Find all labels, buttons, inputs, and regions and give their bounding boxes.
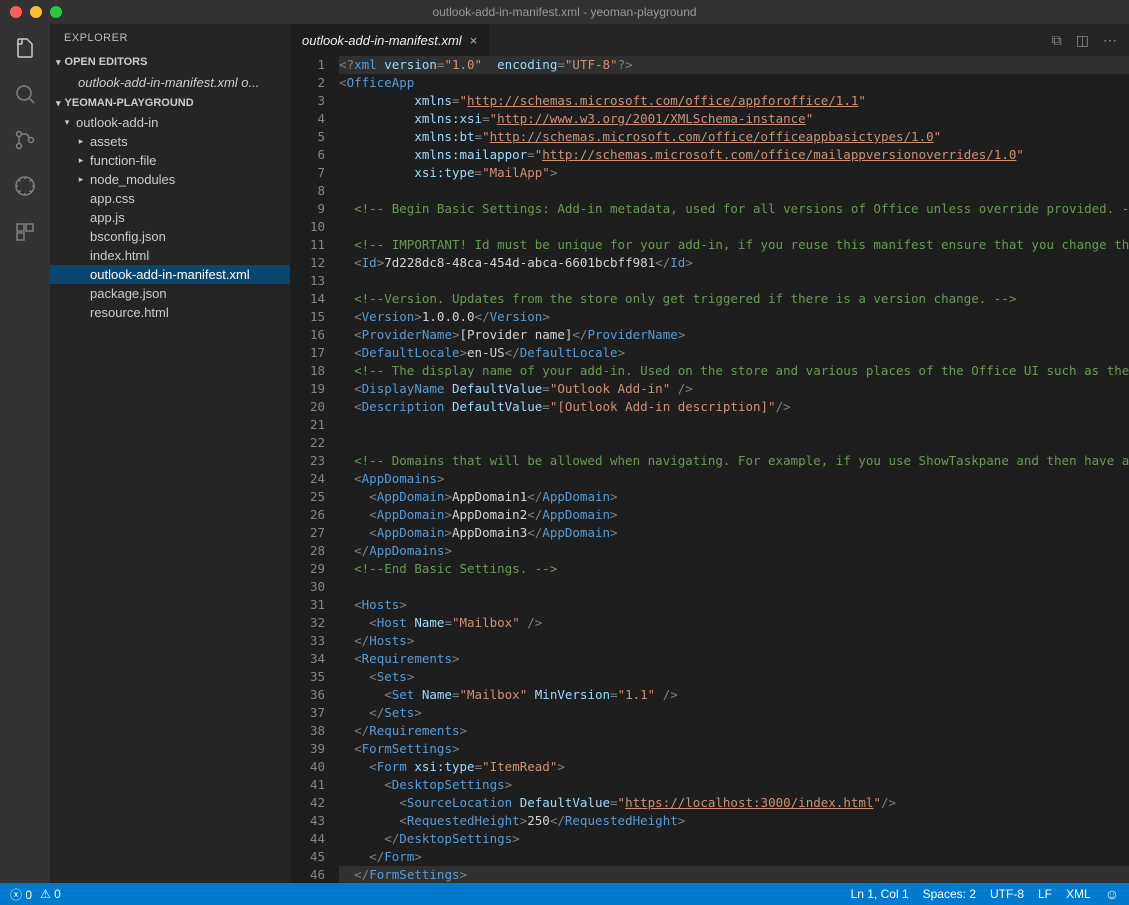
tree-file[interactable]: resource.html bbox=[50, 303, 290, 322]
tree-file[interactable]: bsconfig.json bbox=[50, 227, 290, 246]
tree-item-label: package.json bbox=[86, 286, 167, 301]
title-bar: outlook-add-in-manifest.xml - yeoman-pla… bbox=[0, 0, 1129, 24]
line-gutter: 1234567891011121314151617181920212223242… bbox=[290, 56, 339, 883]
more-icon[interactable]: ⋯ bbox=[1103, 32, 1117, 49]
open-editor-item[interactable]: outlook-add-in-manifest.xml o... bbox=[50, 72, 290, 93]
tree-folder[interactable]: ▸function-file bbox=[50, 151, 290, 170]
errors-status[interactable]: ⓧ 0 bbox=[10, 886, 32, 903]
extensions-icon[interactable] bbox=[11, 218, 39, 246]
minimize-window-icon[interactable] bbox=[30, 6, 42, 18]
chevron-right-icon: ▸ bbox=[76, 155, 86, 166]
open-editors-header[interactable]: ▾ OPEN EDITORS bbox=[50, 52, 290, 72]
tree-item-label: app.js bbox=[86, 210, 125, 225]
feedback-icon[interactable]: ☺ bbox=[1105, 886, 1119, 902]
workspace-label: YEOMAN-PLAYGROUND bbox=[65, 97, 194, 109]
open-editors-label: OPEN EDITORS bbox=[65, 56, 148, 68]
tab-actions: ⧉ ◫ ⋯ bbox=[1052, 32, 1129, 49]
tree-item-label: index.html bbox=[86, 248, 149, 263]
code-content[interactable]: <?xml version="1.0" encoding="UTF-8"?><O… bbox=[339, 56, 1129, 883]
chevron-down-icon: ▾ bbox=[56, 57, 61, 68]
search-icon[interactable] bbox=[11, 80, 39, 108]
code-editor[interactable]: 1234567891011121314151617181920212223242… bbox=[290, 56, 1129, 883]
explorer-sidebar: EXPLORER ▾ OPEN EDITORS outlook-add-in-m… bbox=[50, 24, 290, 883]
tree-item-label: app.css bbox=[86, 191, 135, 206]
tree-file[interactable]: app.js bbox=[50, 208, 290, 227]
encoding-status[interactable]: UTF-8 bbox=[990, 887, 1024, 901]
explorer-title: EXPLORER bbox=[50, 24, 290, 52]
cursor-position[interactable]: Ln 1, Col 1 bbox=[851, 887, 909, 901]
compare-icon[interactable]: ⧉ bbox=[1052, 32, 1062, 49]
tree-file[interactable]: outlook-add-in-manifest.xml bbox=[50, 265, 290, 284]
chevron-down-icon: ▾ bbox=[56, 98, 61, 109]
close-window-icon[interactable] bbox=[10, 6, 22, 18]
chevron-down-icon: ▾ bbox=[62, 117, 72, 128]
source-control-icon[interactable] bbox=[11, 126, 39, 154]
tree-item-label: outlook-add-in-manifest.xml bbox=[86, 267, 250, 282]
workspace-header[interactable]: ▾ YEOMAN-PLAYGROUND bbox=[50, 93, 290, 113]
file-tree: ▾outlook-add-in▸assets▸function-file▸nod… bbox=[50, 113, 290, 883]
tree-item-label: resource.html bbox=[86, 305, 169, 320]
tree-folder[interactable]: ▾outlook-add-in bbox=[50, 113, 290, 132]
tab-bar: outlook-add-in-manifest.xml × ⧉ ◫ ⋯ bbox=[290, 24, 1129, 56]
tree-item-label: function-file bbox=[86, 153, 156, 168]
tree-item-label: assets bbox=[86, 134, 128, 149]
tree-folder[interactable]: ▸node_modules bbox=[50, 170, 290, 189]
split-editor-icon[interactable]: ◫ bbox=[1076, 32, 1089, 49]
debug-icon[interactable] bbox=[11, 172, 39, 200]
tab-active[interactable]: outlook-add-in-manifest.xml × bbox=[290, 24, 489, 56]
window-title: outlook-add-in-manifest.xml - yeoman-pla… bbox=[432, 5, 696, 19]
traffic-lights bbox=[0, 6, 62, 18]
explorer-icon[interactable] bbox=[11, 34, 39, 62]
tree-file[interactable]: app.css bbox=[50, 189, 290, 208]
tree-item-label: bsconfig.json bbox=[86, 229, 166, 244]
warnings-status[interactable]: ⚠ 0 bbox=[40, 887, 61, 901]
maximize-window-icon[interactable] bbox=[50, 6, 62, 18]
editor-area: outlook-add-in-manifest.xml × ⧉ ◫ ⋯ 1234… bbox=[290, 24, 1129, 883]
tree-file[interactable]: index.html bbox=[50, 246, 290, 265]
tree-item-label: node_modules bbox=[86, 172, 175, 187]
tree-file[interactable]: package.json bbox=[50, 284, 290, 303]
eol-status[interactable]: LF bbox=[1038, 887, 1052, 901]
activity-bar bbox=[0, 24, 50, 883]
tab-label: outlook-add-in-manifest.xml bbox=[302, 33, 462, 48]
chevron-right-icon: ▸ bbox=[76, 174, 86, 185]
indentation-status[interactable]: Spaces: 2 bbox=[923, 887, 976, 901]
tree-item-label: outlook-add-in bbox=[72, 115, 158, 130]
language-status[interactable]: XML bbox=[1066, 887, 1091, 901]
status-bar: ⓧ 0 ⚠ 0 Ln 1, Col 1 Spaces: 2 UTF-8 LF X… bbox=[0, 883, 1129, 905]
tree-folder[interactable]: ▸assets bbox=[50, 132, 290, 151]
close-icon[interactable]: × bbox=[470, 33, 478, 48]
chevron-right-icon: ▸ bbox=[76, 136, 86, 147]
